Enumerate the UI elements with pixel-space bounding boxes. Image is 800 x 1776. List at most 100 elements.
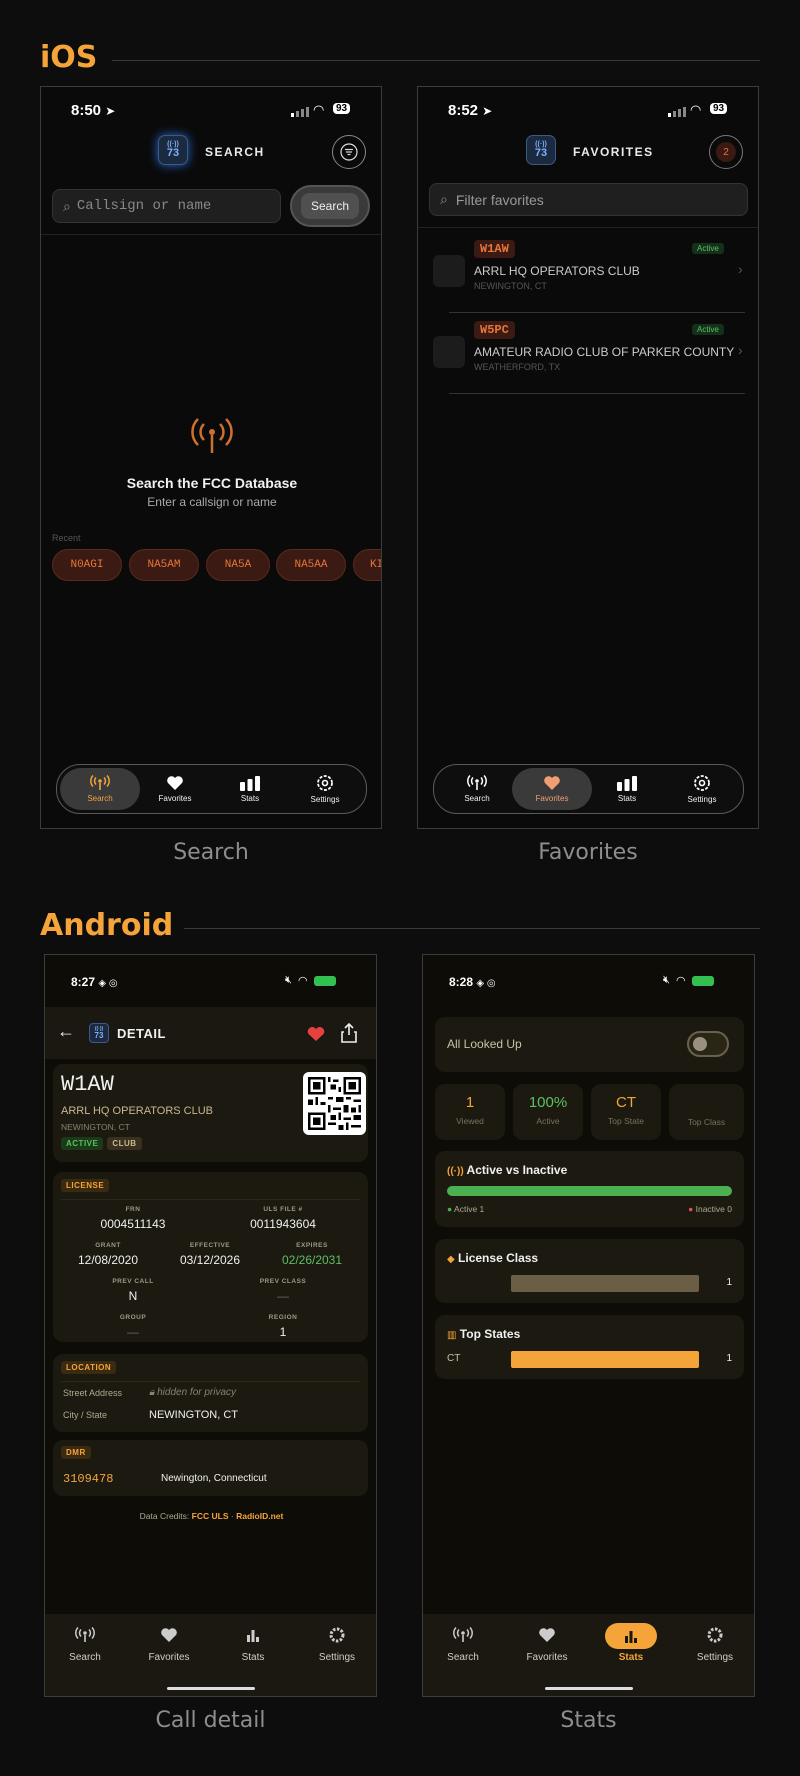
- tab-label: Favorites: [526, 1652, 568, 1663]
- frn-value: 0004511143: [100, 1217, 166, 1231]
- recent-chip[interactable]: NA5AM: [129, 549, 199, 581]
- tab-label: Stats: [241, 1652, 265, 1663]
- region-value: 1: [279, 1325, 287, 1339]
- antenna-tab-icon: [453, 1626, 473, 1642]
- avatar: [433, 336, 465, 368]
- lock-icon: 🔒︎: [149, 1387, 155, 1398]
- recent-chip[interactable]: N0AGI: [52, 549, 122, 581]
- class-count: 1: [726, 1277, 732, 1288]
- tab-settings[interactable]: Settings: [662, 768, 742, 810]
- favorite-row[interactable]: W1AW Active ARRL HQ OPERATORS CLUB NEWIN…: [418, 235, 758, 313]
- chevron-right-icon: ›: [738, 261, 743, 277]
- group-value: —: [127, 1325, 139, 1339]
- heart-icon: [167, 776, 183, 790]
- section-label: LICENSE: [61, 1179, 110, 1192]
- tab-search[interactable]: Search: [423, 1626, 503, 1663]
- card-divider: [61, 1381, 360, 1382]
- tab-label: Favorites: [535, 794, 569, 803]
- tab-favorites[interactable]: Favorites: [512, 768, 592, 810]
- state-bar-fill: [511, 1351, 699, 1368]
- heart-icon: [539, 1628, 555, 1642]
- row-divider: [449, 393, 745, 394]
- wifi-icon: ◠: [297, 975, 308, 987]
- gear-icon: [317, 775, 333, 791]
- filter-menu-button[interactable]: [332, 135, 366, 169]
- back-arrow-icon[interactable]: ←: [57, 1021, 75, 1042]
- recent-chip[interactable]: NA5A: [206, 549, 270, 581]
- wifi-icon: ◠: [675, 975, 686, 987]
- active-inactive-card: ((·)) Active vs Inactive ● Active 1 ● In…: [435, 1151, 744, 1227]
- tab-label: Settings: [310, 795, 340, 804]
- frn-label: FRN: [125, 1206, 141, 1213]
- licensee-name: AMATEUR RADIO CLUB OF PARKER COUNTY: [474, 345, 735, 359]
- battery-icon: 93: [710, 103, 728, 114]
- share-icon[interactable]: [341, 1023, 357, 1043]
- tab-favorites[interactable]: Favorites: [135, 768, 215, 810]
- graduation-cap-icon: ◆: [447, 1254, 455, 1265]
- effective-value: 03/12/2026: [179, 1253, 241, 1267]
- battery-icon: [313, 975, 336, 986]
- favorite-row[interactable]: W5PC Active AMATEUR RADIO CLUB OF PARKER…: [418, 316, 758, 394]
- tab-stats[interactable]: Stats: [210, 768, 290, 810]
- credit-link-radioid[interactable]: RadioID.net: [236, 1511, 283, 1521]
- status-time: 8:50 ➤: [71, 102, 116, 119]
- stat-value: [669, 1094, 744, 1112]
- dmr-place: Newington, Connecticut: [161, 1473, 267, 1484]
- mute-icon: 🔇︎: [285, 974, 292, 986]
- section-label: LOCATION: [61, 1361, 117, 1374]
- tab-stats[interactable]: Stats: [587, 768, 667, 810]
- class-bar-track: [511, 1275, 699, 1292]
- android-stats-screen: 8:28 ◈ ◎ 🔇︎ ◠ All Looked Up 1 Viewed 100%…: [422, 954, 755, 1697]
- qr-code-icon: [308, 1077, 361, 1130]
- tab-settings[interactable]: Settings: [675, 1626, 754, 1663]
- licensee-location: WEATHERFORD, TX: [474, 362, 561, 372]
- stat-top-state: CT Top State: [591, 1084, 661, 1140]
- wifi-icon: ◠: [690, 102, 702, 117]
- tab-favorites[interactable]: Favorites: [507, 1626, 587, 1663]
- tab-search[interactable]: Search: [45, 1626, 125, 1663]
- card-title: ◆ License Class: [447, 1251, 539, 1265]
- recent-chip[interactable]: NA5AA: [276, 549, 346, 581]
- tab-search[interactable]: Search: [437, 768, 517, 810]
- heart-icon: [544, 776, 560, 790]
- app-icon: ((·)) 73: [158, 135, 188, 165]
- heart-icon[interactable]: [307, 1026, 325, 1042]
- tab-favorites[interactable]: Favorites: [129, 1626, 209, 1663]
- recent-chip[interactable]: KI: [353, 549, 381, 581]
- tab-settings[interactable]: Settings: [285, 768, 365, 810]
- tab-stats[interactable]: Stats: [591, 1623, 671, 1663]
- bottom-nav: Search Favorites Stats Settings: [45, 1614, 376, 1696]
- stat-label: Top State: [608, 1116, 644, 1126]
- bar-chart-icon: [625, 1631, 637, 1643]
- class-badge: CLUB: [107, 1137, 142, 1150]
- gesture-bar: [545, 1687, 633, 1690]
- credit-link-fcc[interactable]: FCC ULS: [192, 1511, 229, 1521]
- section-label: DMR: [61, 1446, 91, 1459]
- caption-stats: Stats: [560, 1708, 617, 1733]
- tab-search[interactable]: Search: [60, 768, 140, 810]
- prev-class-label: PREV CLASS: [259, 1278, 307, 1285]
- app-icon: ((·)) 73: [89, 1023, 109, 1043]
- tab-stats[interactable]: Stats: [213, 1626, 293, 1663]
- all-looked-up-toggle[interactable]: [687, 1031, 729, 1057]
- card-title: ▥ Top States: [447, 1327, 521, 1341]
- ios-section-title: iOS: [40, 40, 98, 75]
- class-bar-fill: [511, 1275, 699, 1292]
- map-icon: ▥: [447, 1330, 457, 1341]
- android-detail-screen: 8:27 ◈ ◎ 🔇︎ ◠ ← ((·)) 73 DETAIL W1AW ARRL …: [44, 954, 377, 1697]
- tab-settings[interactable]: Settings: [297, 1626, 376, 1663]
- filter-favorites-input[interactable]: ⌕ Filter favorites: [429, 183, 748, 216]
- search-button[interactable]: Search: [290, 185, 370, 227]
- stat-label: Viewed: [456, 1116, 484, 1126]
- region-label: REGION: [268, 1314, 298, 1321]
- page-title: FAVORITES: [573, 145, 654, 159]
- licensee-location: NEWINGTON, CT: [61, 1122, 130, 1132]
- qr-code[interactable]: [303, 1072, 366, 1135]
- page-title: DETAIL: [117, 1026, 166, 1041]
- license-card: LICENSE FRN 0004511143 ULS FILE # 001194…: [53, 1172, 368, 1342]
- favorites-count-badge[interactable]: 2: [709, 135, 743, 169]
- inactive-legend: ● Inactive 0: [688, 1204, 732, 1214]
- stat-viewed: 1 Viewed: [435, 1084, 505, 1140]
- card-divider: [61, 1199, 360, 1200]
- search-input[interactable]: ⌕ Callsign or name: [52, 189, 281, 223]
